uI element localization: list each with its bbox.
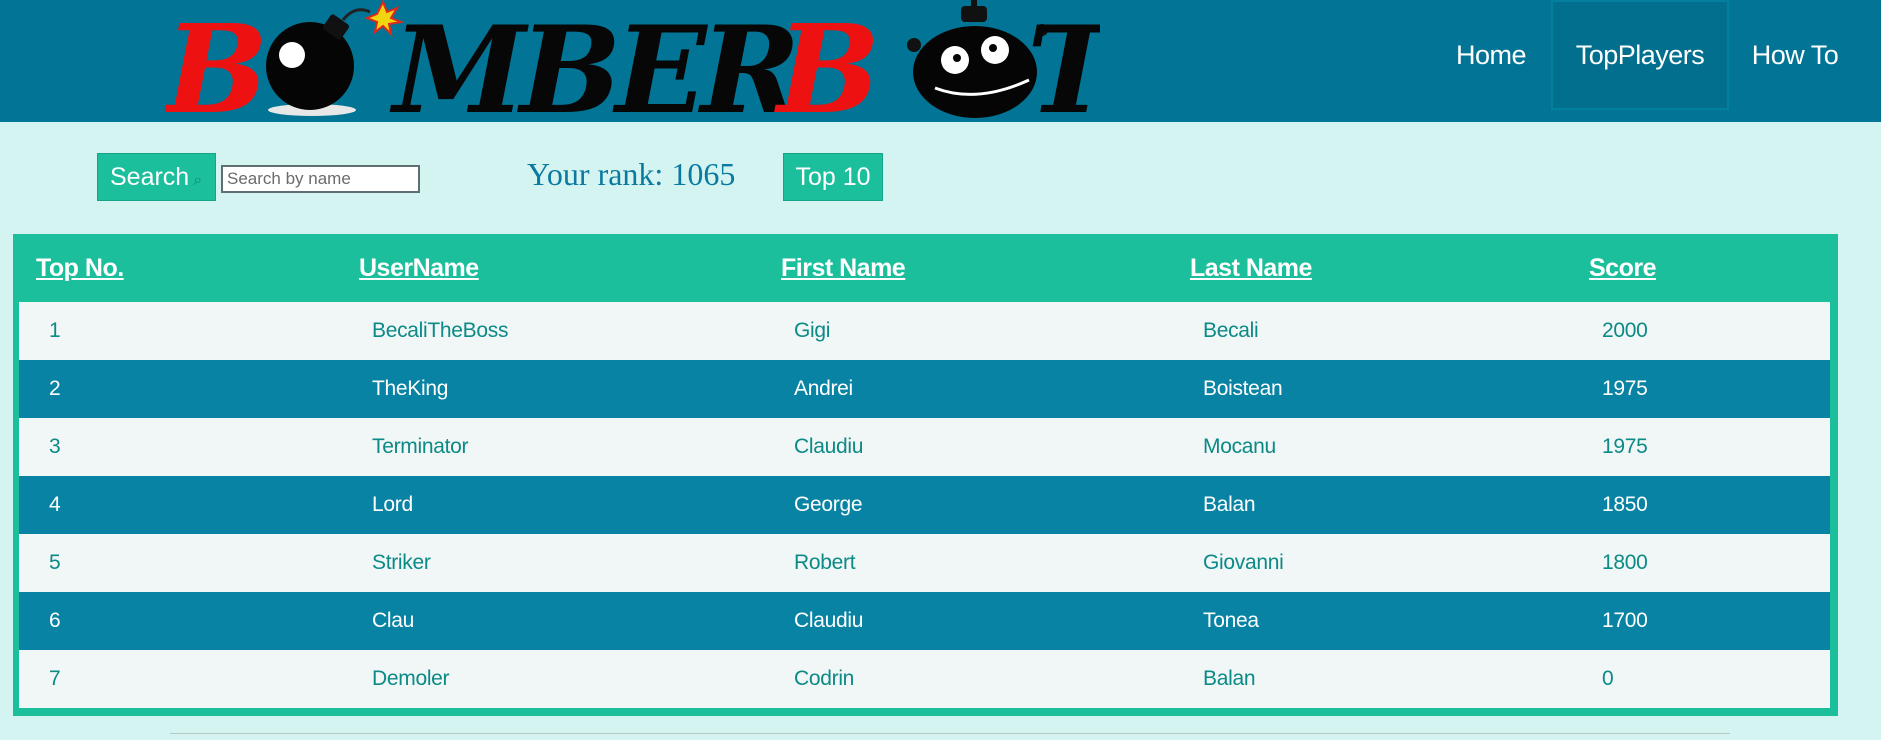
cell-last-name: Mocanu [1203,435,1276,458]
cell-last-name: Balan [1203,667,1256,690]
top10-button-label: Top 10 [795,162,871,191]
bomb-icon [266,0,405,116]
cell-rank: 4 [49,493,61,516]
top10-button[interactable]: Top 10 [783,153,883,201]
header-score[interactable]: Score [1589,254,1656,283]
header-last-name[interactable]: Last Name [1190,254,1312,283]
main-nav: Home TopPlayers How To [1431,0,1881,122]
nav-home-label: Home [1455,39,1527,70]
top-players-table: Top No. UserName First Name Last Name Sc… [13,234,1838,716]
cell-last-name: Giovanni [1203,551,1284,574]
cell-username: Demoler [372,667,450,690]
cell-first-name: Gigi [794,319,831,342]
nav-howto[interactable]: How To [1729,0,1881,110]
cell-score: 1800 [1602,551,1648,574]
cell-score: 1700 [1602,609,1648,632]
bomberbot-logo[interactable]: B MBER B [162,0,1124,141]
header-top-no[interactable]: Top No. [36,254,124,283]
search-input[interactable] [221,165,420,193]
cell-rank: 3 [49,435,61,458]
cell-score: 0 [1602,667,1614,690]
cell-last-name: Tonea [1203,609,1259,632]
cell-rank: 7 [49,667,61,690]
table-row: 2 TheKing Andrei Boistean 1975 [19,360,1830,418]
your-rank-text: Your rank: 1065 [527,155,736,192]
cell-first-name: George [794,493,863,516]
cell-last-name: Balan [1203,493,1256,516]
table-row: 3 Terminator Claudiu Mocanu 1975 [19,418,1830,476]
table-row: 6 Clau Claudiu Tonea 1700 [19,592,1830,650]
table-header: Top No. UserName First Name Last Name Sc… [13,234,1838,302]
cell-rank: 5 [49,551,61,574]
cell-username: Striker [372,551,431,574]
cell-score: 2000 [1602,319,1648,342]
cell-username: Clau [372,609,414,632]
svg-text:T: T [1027,0,1100,122]
site-header: B MBER B Home TopPlayers How To [0,0,1881,141]
cell-rank: 1 [49,319,61,342]
svg-text:B: B [774,0,880,122]
search-button-label: Search [110,162,190,191]
cell-last-name: Becali [1203,319,1259,342]
svg-text:B: B [165,0,268,122]
cell-first-name: Claudiu [794,609,864,632]
table-row: 1 BecaliTheBoss Gigi Becali 2000 [19,302,1830,360]
table-body: 1 BecaliTheBoss Gigi Becali 2000 2 TheKi… [19,302,1830,708]
cell-username: Lord [372,493,413,516]
nav-home[interactable]: Home [1431,0,1551,110]
nav-topplayers[interactable]: TopPlayers [1551,0,1729,110]
footer-divider [170,733,1730,734]
table-row: 5 Striker Robert Giovanni 1800 [19,534,1830,592]
search-icon: ⌕ [193,172,203,189]
cell-first-name: Claudiu [794,435,864,458]
search-button[interactable]: Search ⌕ [97,153,216,201]
cell-username: TheKing [372,377,449,400]
cell-first-name: Codrin [794,667,855,690]
logo-artwork: B MBER B [162,0,1124,141]
svg-text:MBER: MBER [389,0,795,122]
cell-username: BecaliTheBoss [372,319,509,342]
nav-topplayers-label: TopPlayers [1575,39,1705,70]
table-row: 4 Lord George Balan 1850 [19,476,1830,534]
cell-last-name: Boistean [1203,377,1283,400]
header-first-name[interactable]: First Name [781,254,906,283]
cell-username: Terminator [372,435,469,458]
cell-score: 1975 [1602,377,1648,400]
table-row: 7 Demoler Codrin Balan 0 [19,650,1830,708]
cell-rank: 6 [49,609,61,632]
cell-first-name: Robert [794,551,856,574]
cell-score: 1850 [1602,493,1648,516]
cell-first-name: Andrei [794,377,853,400]
header-username[interactable]: UserName [359,254,479,283]
cell-rank: 2 [49,377,61,400]
nav-howto-label: How To [1751,39,1839,70]
cell-score: 1975 [1602,435,1648,458]
